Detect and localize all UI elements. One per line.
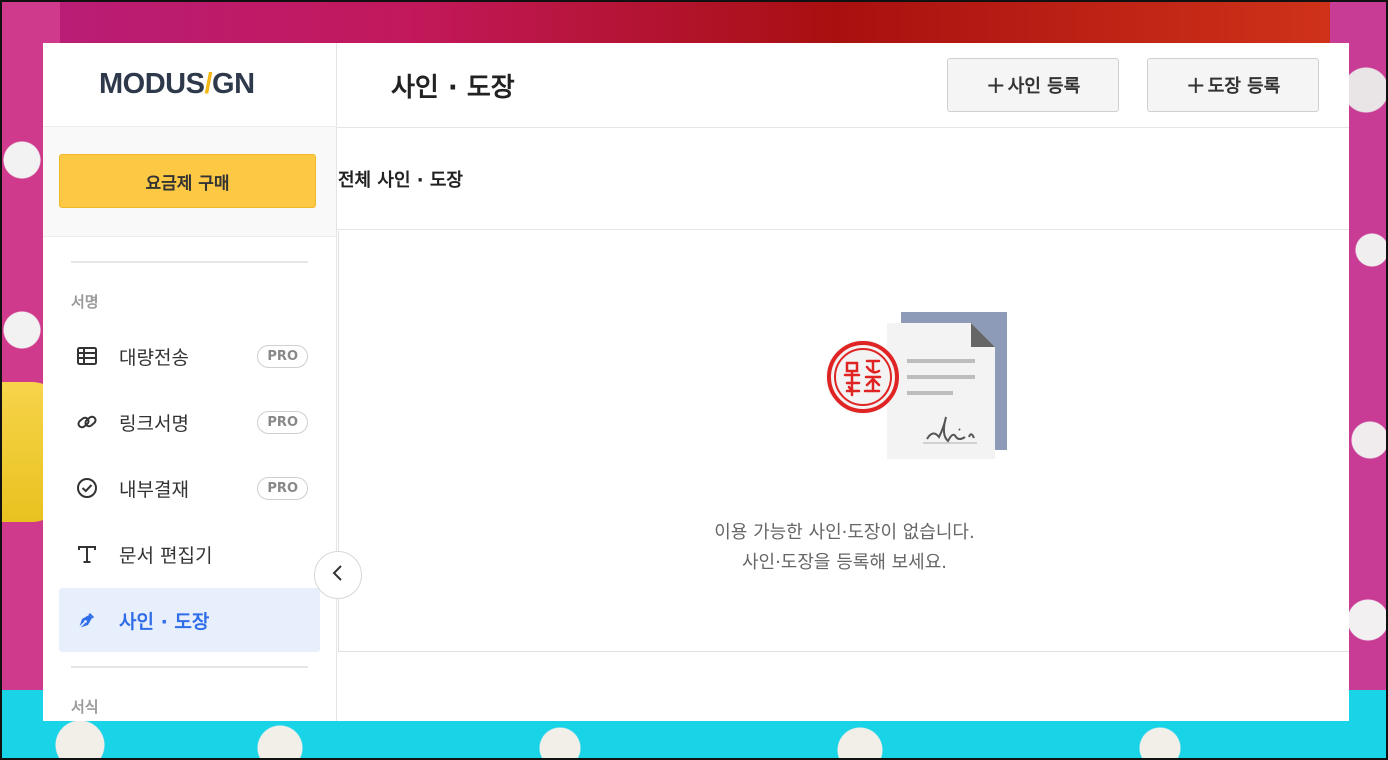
sidebar-item-label: 사인 · 도장 [119,610,210,633]
sidebar-menu: 서명 대량전송 PRO 링크서명 PRO 내부결재 PRO 문서 편집기 사인 … [43,237,336,721]
empty-state: 이용 가능한 사인·도장이 없습니다. 사인·도장을 등록해 보세요. [338,231,1349,652]
add-stamp-button[interactable]: + 도장 등록 [1147,58,1319,112]
sidebar-item-internal-approval[interactable]: 내부결재 PRO [59,456,320,520]
section-title-sign: 서명 [71,293,99,311]
empty-illustration [819,311,1019,475]
sidebar-item-label: 문서 편집기 [119,544,213,567]
chevron-left-icon [331,564,345,586]
sidebar-item-sign-stamp[interactable]: 사인 · 도장 [59,588,320,652]
sidebar-item-bulk-send[interactable]: 대량전송 PRO [59,324,320,388]
sidebar: MODUS/GN 요금제 구매 서명 대량전송 PRO 링크서명 PRO 내부결… [43,43,337,721]
seal-stamp-icon [826,340,900,414]
logo[interactable]: MODUS/GN [99,68,255,101]
pro-badge: PRO [257,344,308,368]
collapse-sidebar-button[interactable] [314,551,362,599]
sidebar-item-label: 내부결재 [119,478,189,501]
add-stamp-label: 도장 등록 [1207,76,1281,97]
plus-icon: + [985,71,1006,99]
buy-area: 요금제 구매 [43,127,336,237]
buy-plan-button[interactable]: 요금제 구매 [59,154,316,208]
page-header: 사인 · 도장 + 사인 등록 + 도장 등록 [337,43,1349,128]
pro-badge: PRO [257,410,308,434]
section-header: 전체 사인 · 도장 [337,128,1349,230]
sidebar-item-doc-editor[interactable]: 문서 편집기 [59,522,320,586]
section-title-all: 전체 사인 · 도장 [338,169,463,191]
sidebar-item-link-sign[interactable]: 링크서명 PRO [59,390,320,454]
sidebar-item-label: 링크서명 [119,412,189,435]
plus-icon: + [1185,71,1206,99]
add-sign-label: 사인 등록 [1007,76,1081,97]
add-sign-button[interactable]: + 사인 등록 [947,58,1119,112]
pro-badge: PRO [257,476,308,500]
empty-message: 이용 가능한 사인·도장이 없습니다. 사인·도장을 등록해 보세요. [339,518,1349,578]
sidebar-item-label: 대량전송 [119,346,189,369]
text-icon [75,542,99,566]
check-circle-icon [75,476,99,500]
table-icon [75,344,99,368]
link-icon [75,410,99,434]
empty-message-line2: 사인·도장을 등록해 보세요. [741,552,948,573]
pen-nib-icon [75,608,99,632]
section-title-forms: 서식 [71,698,99,716]
logo-area[interactable]: MODUS/GN [43,43,336,127]
app-window: MODUS/GN 요금제 구매 서명 대량전송 PRO 링크서명 PRO 내부결… [43,43,1349,721]
empty-message-line1: 이용 가능한 사인·도장이 없습니다. [714,522,975,543]
page-title: 사인 · 도장 [391,72,515,103]
